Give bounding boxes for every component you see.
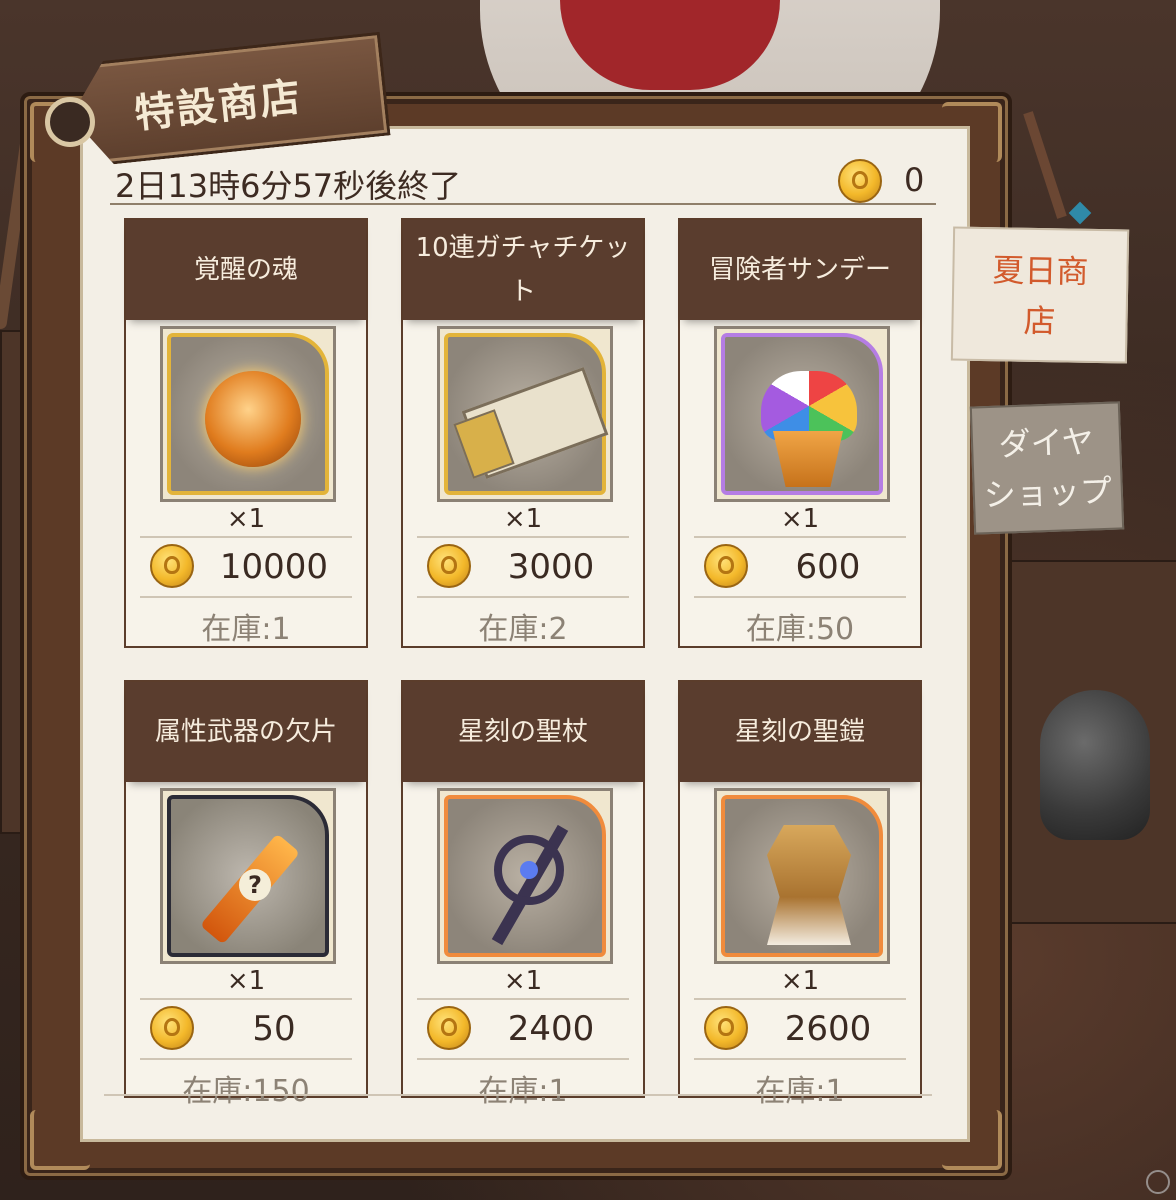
- item-price: 10000: [219, 547, 329, 587]
- gold-coin-icon: [704, 544, 748, 588]
- item-icon-frame: [714, 326, 890, 502]
- item-stock: 在庫:2: [478, 612, 568, 647]
- price-row: 2400: [417, 998, 629, 1060]
- item-name: 星刻の聖杖: [403, 682, 643, 782]
- item-name: 属性武器の欠片: [126, 682, 366, 782]
- price-row: 2600: [694, 998, 906, 1060]
- gold-coin-icon: [150, 544, 194, 588]
- item-stock: 在庫:1: [478, 1074, 568, 1109]
- item-name: 10連ガチャチケット: [403, 220, 643, 320]
- item-name: 星刻の聖鎧: [680, 682, 920, 782]
- holy-armor-icon: [767, 825, 851, 945]
- item-stock: 在庫:1: [755, 1074, 845, 1109]
- item-icon-frame: ?: [160, 788, 336, 964]
- item-quantity: ×1: [503, 966, 543, 996]
- staff-gem-icon: [520, 861, 538, 879]
- item-name: 冒険者サンデー: [680, 220, 920, 320]
- price-row: 3000: [417, 536, 629, 598]
- item-icon-frame: [437, 326, 613, 502]
- item-stock: 在庫:50: [745, 612, 855, 647]
- awakening-soul-orb-icon: [205, 371, 301, 467]
- sundae-icon: [761, 371, 857, 441]
- shop-item-card[interactable]: 10連ガチャチケット ×1 3000 在庫:2: [401, 218, 645, 648]
- price-row: 50: [140, 998, 352, 1060]
- tag-hole: [45, 97, 95, 147]
- unknown-element-icon: ?: [239, 869, 271, 901]
- item-quantity: ×1: [226, 504, 266, 534]
- watermark-logo: [1146, 1170, 1170, 1194]
- price-row: 10000: [140, 536, 352, 598]
- coin-balance: 0: [904, 161, 925, 199]
- shop-item-card[interactable]: 冒険者サンデー ×1 600 在庫:50: [678, 218, 922, 648]
- item-name: 覚醒の魂: [126, 220, 366, 320]
- gold-coin-icon: [150, 1006, 194, 1050]
- shop-item-card[interactable]: 属性武器の欠片 ? ×1 50 在庫:150: [124, 680, 368, 1109]
- helmet-decoration: [1040, 690, 1150, 840]
- item-price: 50: [252, 1009, 296, 1049]
- item-icon-frame: [714, 788, 890, 964]
- gold-coin-icon: [704, 1006, 748, 1050]
- shop-item-card[interactable]: 星刻の聖鎧 ×1 2600 在庫:1: [678, 680, 922, 1109]
- item-quantity: ×1: [780, 504, 820, 534]
- item-price: 600: [795, 547, 861, 587]
- tab-summer-shop[interactable]: 夏日商 店: [950, 226, 1130, 364]
- sundae-cup-icon: [773, 431, 843, 487]
- item-icon-frame: [437, 788, 613, 964]
- tab-label-line: 夏日商: [992, 251, 1089, 291]
- price-row: 600: [694, 536, 906, 598]
- tab-label-line: 店: [1023, 301, 1056, 341]
- item-quantity: ×1: [503, 504, 543, 534]
- gold-coin-icon: [838, 159, 882, 203]
- item-price: 2400: [507, 1009, 595, 1049]
- item-quantity: ×1: [226, 966, 266, 996]
- item-stock: 在庫:1: [201, 612, 291, 647]
- item-stock: 在庫:150: [182, 1074, 310, 1109]
- shop-timer: 2日13時6分57秒後終了: [115, 167, 462, 205]
- item-price: 3000: [507, 547, 595, 587]
- list-bottom-divider: [104, 1094, 932, 1096]
- item-price: 2600: [784, 1009, 872, 1049]
- tab-diamond-shop[interactable]: ダイヤ ショップ: [969, 401, 1125, 535]
- header-divider: [110, 203, 936, 205]
- gold-coin-icon: [427, 1006, 471, 1050]
- shop-item-card[interactable]: 覚醒の魂 ×1 10000 在庫:1: [124, 218, 368, 648]
- item-icon-frame: [160, 326, 336, 502]
- gold-coin-icon: [427, 544, 471, 588]
- character-gem-art: [1068, 201, 1092, 225]
- tab-label-line: ダイヤ: [997, 422, 1095, 464]
- tab-label-line: ショップ: [983, 471, 1113, 515]
- item-quantity: ×1: [780, 966, 820, 996]
- character-staff-art: [1023, 111, 1067, 219]
- shop-item-card[interactable]: 星刻の聖杖 ×1 2400 在庫:1: [401, 680, 645, 1109]
